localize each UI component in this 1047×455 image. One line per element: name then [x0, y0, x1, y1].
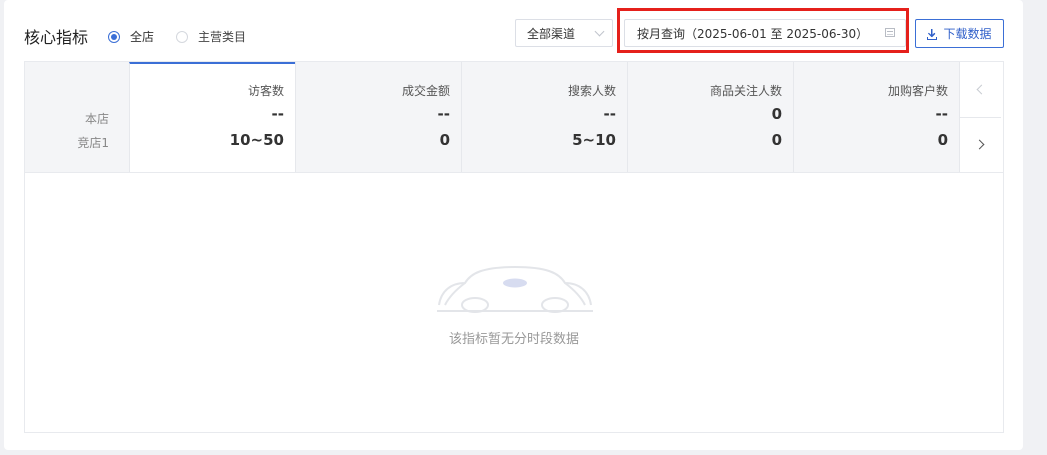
metric-competitor-value: 10~50	[229, 131, 284, 149]
chevron-left-icon	[976, 84, 987, 95]
metric-competitor-value: 0	[937, 131, 948, 149]
radio-selected-icon	[108, 30, 120, 43]
metrics-pager	[959, 62, 1001, 172]
metric-tab-searchers[interactable]: 搜索人数 -- 5~10	[461, 62, 627, 172]
metric-tab-add-to-cart-customers[interactable]: 加购客户数 -- 0	[793, 62, 959, 172]
metric-store-value: --	[603, 105, 616, 123]
metric-name: 搜索人数	[567, 84, 616, 98]
download-data-button[interactable]: 下载数据	[915, 19, 1004, 48]
metric-store-value: 0	[771, 105, 782, 123]
row-label-own-store: 本店	[84, 112, 109, 126]
row-labels: 本店 竞店1	[25, 62, 129, 172]
core-metrics-card: 核心指标 全店 主营类目 全部渠道 按月查询（2025-06-01 至 2025…	[4, 0, 1023, 450]
metric-tab-product-followers[interactable]: 商品关注人数 0 0	[627, 62, 793, 172]
empty-state: 该指标暂无分时段数据	[25, 173, 1003, 432]
empty-state-message: 该指标暂无分时段数据	[448, 332, 579, 347]
metric-store-value: --	[935, 105, 948, 123]
metric-name: 商品关注人数	[709, 84, 782, 98]
radio-unselected-icon	[176, 30, 188, 43]
calendar-icon	[885, 28, 895, 37]
previous-metrics-button[interactable]	[960, 62, 1001, 118]
scope-radio-all-store[interactable]: 全店	[108, 28, 154, 45]
metric-store-value: --	[271, 105, 284, 123]
date-range-value: 按月查询（2025-06-01 至 2025-06-30）	[637, 26, 869, 41]
metric-tab-gmv[interactable]: 成交金额 -- 0	[295, 62, 461, 172]
metric-competitor-value: 5~10	[572, 131, 616, 149]
scope-radio-label: 主营类目	[198, 30, 247, 44]
metric-competitor-value: 0	[439, 131, 450, 149]
download-label: 下载数据	[943, 27, 992, 41]
chevron-right-icon	[974, 139, 985, 150]
metric-store-value: --	[437, 105, 450, 123]
metric-competitor-value: 0	[771, 131, 782, 149]
channel-select-value: 全部渠道	[527, 26, 576, 41]
section-title: 核心指标	[24, 28, 89, 47]
download-icon	[927, 28, 938, 40]
date-range-picker[interactable]: 按月查询（2025-06-01 至 2025-06-30）	[624, 19, 906, 47]
metric-name: 成交金额	[401, 84, 450, 98]
dog-mascot-icon	[437, 265, 593, 313]
row-label-competitor: 竞店1	[77, 136, 109, 150]
next-metrics-button[interactable]	[960, 118, 1001, 171]
metric-tab-visitors[interactable]: 访客数 -- 10~50	[129, 62, 295, 172]
scope-radio-label: 全店	[130, 30, 155, 44]
metrics-panel: 本店 竞店1 访客数 -- 10~50 成交金额 -- 0 搜索人数 -- 5~…	[24, 61, 1004, 433]
metrics-row: 本店 竞店1 访客数 -- 10~50 成交金额 -- 0 搜索人数 -- 5~…	[25, 62, 1003, 173]
chevron-down-icon	[594, 26, 605, 37]
scope-radio-main-category[interactable]: 主营类目	[176, 28, 246, 45]
metric-name: 访客数	[247, 84, 284, 98]
channel-select[interactable]: 全部渠道	[515, 19, 613, 47]
metric-name: 加购客户数	[887, 84, 948, 98]
